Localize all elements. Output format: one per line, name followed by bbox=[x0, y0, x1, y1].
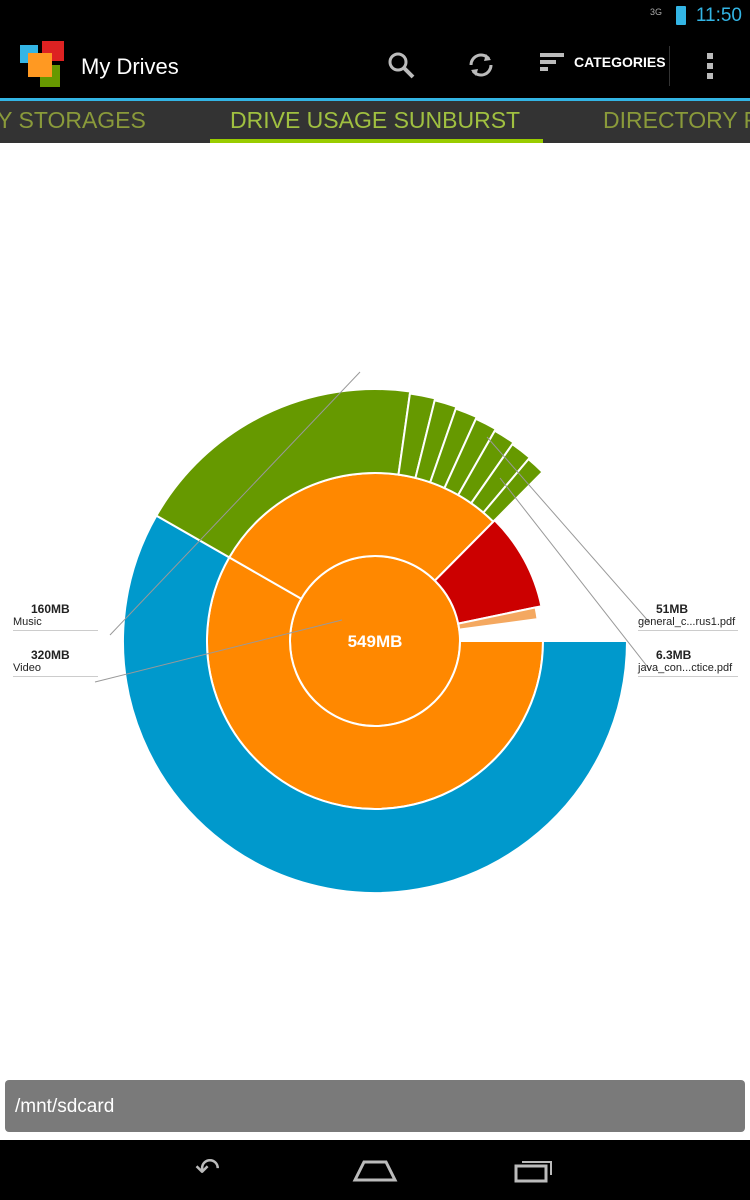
refresh-icon[interactable] bbox=[466, 50, 496, 80]
tab-directory[interactable]: DIRECTORY F bbox=[603, 107, 750, 134]
categories-button[interactable]: CATEGORIES bbox=[540, 52, 666, 72]
home-icon[interactable] bbox=[352, 1158, 398, 1182]
tab-drive-usage-sunburst[interactable]: DRIVE USAGE SUNBURST bbox=[230, 107, 520, 134]
clock: 11:50 bbox=[695, 5, 742, 26]
battery-icon bbox=[676, 6, 686, 25]
label-java-pdf: 6.3MB java_con...ctice.pdf bbox=[638, 648, 738, 677]
categories-label: CATEGORIES bbox=[574, 54, 666, 70]
tab-strip: MY STORAGES DRIVE USAGE SUNBURST DIRECTO… bbox=[0, 101, 750, 143]
overflow-menu-icon[interactable] bbox=[705, 52, 715, 80]
divider bbox=[669, 46, 670, 86]
sort-icon bbox=[540, 53, 564, 71]
center-total-label: 549MB bbox=[348, 632, 403, 651]
app-title: My Drives bbox=[81, 54, 179, 79]
label-general-pdf: 51MB general_c...rus1.pdf bbox=[638, 602, 738, 631]
action-bar: My Drives CATEGORIES bbox=[0, 32, 750, 98]
search-icon[interactable] bbox=[386, 50, 416, 80]
signal-icon: 3G bbox=[649, 7, 662, 17]
recent-apps-icon[interactable] bbox=[514, 1157, 556, 1183]
path-bar[interactable]: /mnt/sdcard bbox=[5, 1080, 745, 1132]
label-video: 320MB Video bbox=[13, 648, 98, 677]
status-bar: 3G 11:50 bbox=[0, 0, 750, 32]
tab-my-storages[interactable]: MY STORAGES bbox=[0, 107, 146, 134]
app-logo-icon bbox=[20, 41, 64, 87]
back-icon[interactable]: ↶ bbox=[195, 1152, 220, 1187]
nav-bar: ↶ bbox=[0, 1140, 750, 1200]
label-music: 160MB Music bbox=[13, 602, 98, 631]
